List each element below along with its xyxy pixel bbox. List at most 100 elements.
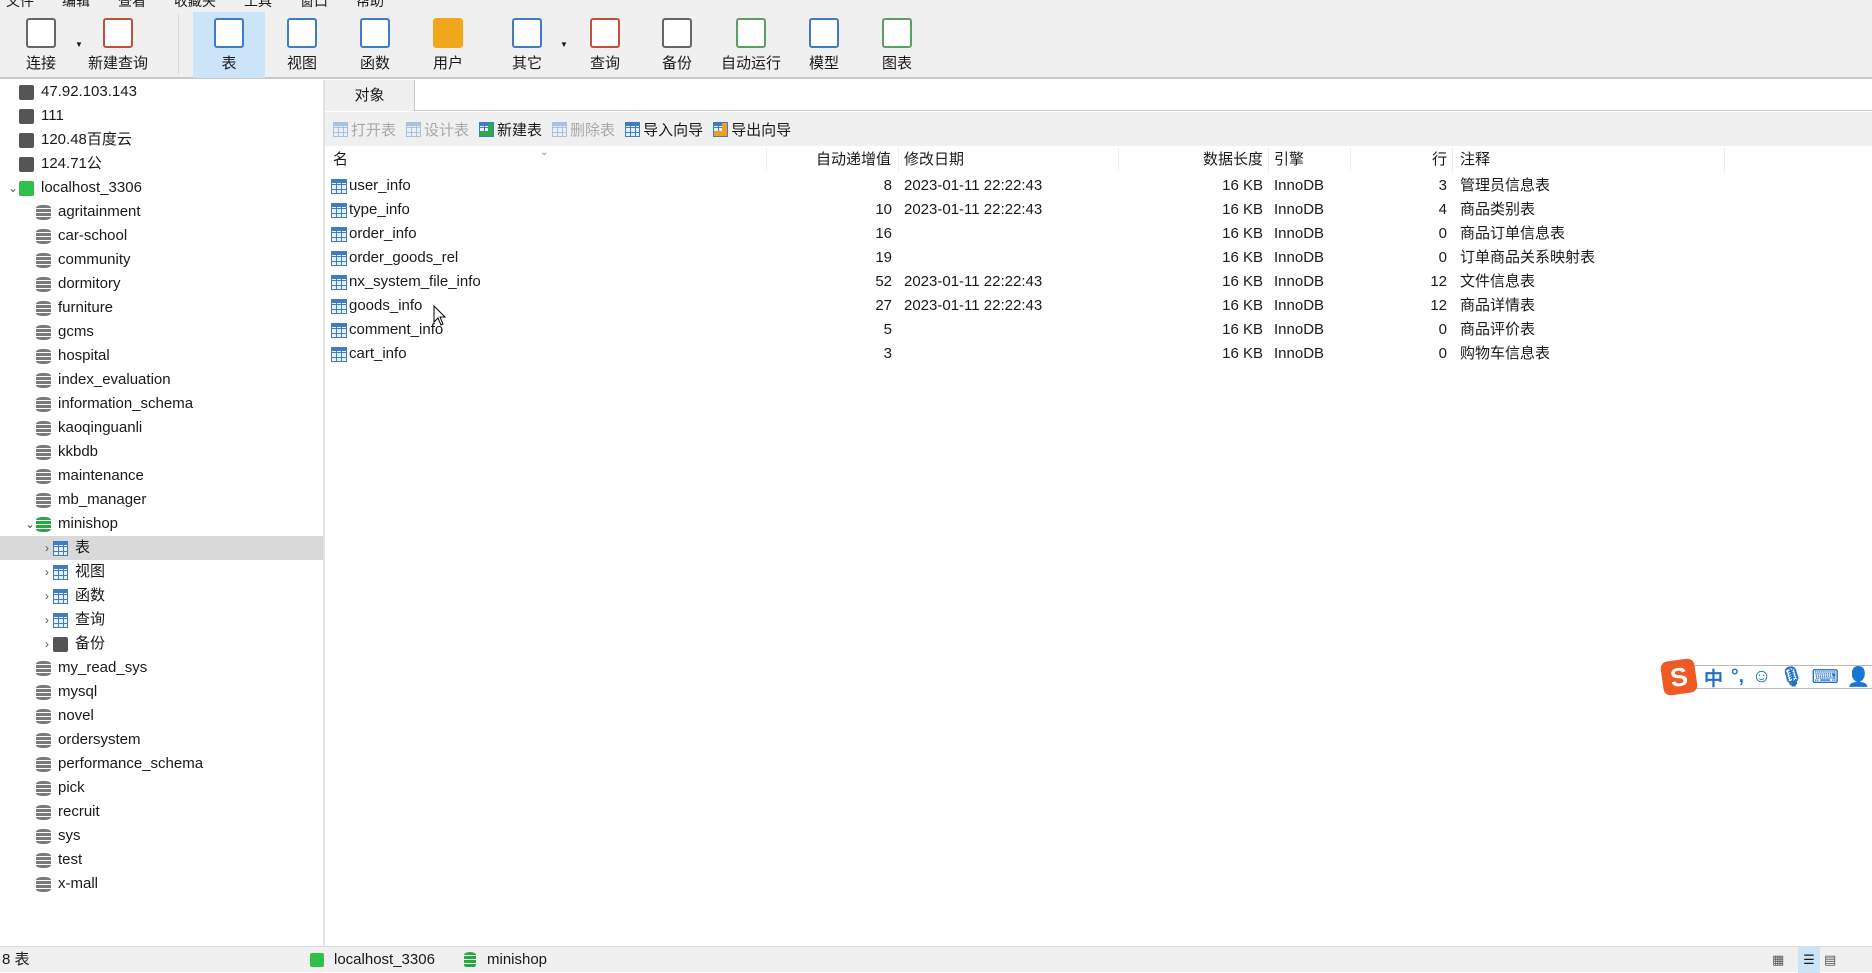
ime-punct-toggle[interactable]: °,	[1731, 666, 1744, 688]
table-row[interactable]: comment_info 5 16 KB InnoDB 0 商品评价表	[325, 318, 1872, 342]
tree-database-open[interactable]: ⌄ minishop	[0, 512, 323, 536]
menu-item[interactable]: 查看	[118, 0, 146, 9]
connect-dropdown-icon[interactable]: ▼	[75, 40, 83, 49]
tree-folder[interactable]: › 备份	[0, 632, 323, 656]
export-wizard-label: 导出向导	[731, 121, 792, 139]
export-wizard-button[interactable]: 导出向导	[713, 119, 791, 140]
tree-database[interactable]: index_evaluation	[0, 368, 323, 392]
delete-table-button[interactable]: 删除表	[552, 119, 615, 140]
emoji-icon[interactable]: ☺	[1752, 666, 1771, 688]
import-wizard-button[interactable]: 导入向导	[625, 119, 703, 140]
menu-item[interactable]: 文件	[6, 0, 34, 9]
open-table-button[interactable]: 打开表	[333, 119, 396, 140]
tree-folder[interactable]: › 视图	[0, 560, 323, 584]
tree-database[interactable]: gcms	[0, 320, 323, 344]
tree-database[interactable]: pick	[0, 776, 323, 800]
connection-tree[interactable]: 47.92.103.143 111 120.48百度云 124.71公 ⌄ localho…	[0, 80, 325, 946]
tree-database[interactable]: hospital	[0, 344, 323, 368]
tree-folder[interactable]: › 表	[0, 536, 323, 560]
tree-connection[interactable]: 120.48百度云	[0, 128, 323, 152]
toolbar-button-schedule[interactable]: 自动运行	[715, 12, 787, 78]
tree-database[interactable]: dormitory	[0, 272, 323, 296]
chevron-right-icon[interactable]: ›	[41, 632, 53, 656]
tree-folder[interactable]: › 查询	[0, 608, 323, 632]
new-table-button[interactable]: 新建表	[479, 119, 542, 140]
table-row[interactable]: order_goods_rel 19 16 KB InnoDB 0 订单商品关系映射表	[325, 246, 1872, 270]
column-header-comment[interactable]: 注释	[1460, 146, 1490, 174]
other-dropdown-icon[interactable]: ▼	[560, 40, 568, 49]
tree-database[interactable]: furniture	[0, 296, 323, 320]
tree-item-label: test	[58, 851, 83, 868]
design-table-button[interactable]: 设计表	[406, 119, 469, 140]
toolbar-button-user[interactable]: 用户	[412, 12, 484, 78]
tree-database[interactable]: car-school	[0, 224, 323, 248]
menu-item[interactable]: 收藏夹	[174, 0, 216, 9]
tree-database[interactable]: test	[0, 848, 323, 872]
tree-database[interactable]: maintenance	[0, 464, 323, 488]
tree-database[interactable]: recruit	[0, 800, 323, 824]
detail-view-icon[interactable]: ▤	[1824, 947, 1836, 973]
tree-connection[interactable]: 111	[0, 104, 323, 128]
tree-database[interactable]: performance_schema	[0, 752, 323, 776]
toolbar-button-plug[interactable]: 连接	[5, 12, 77, 78]
tree-database[interactable]: x-mall	[0, 872, 323, 896]
menu-item[interactable]: 帮助	[356, 0, 384, 9]
tree-database[interactable]: information_schema	[0, 392, 323, 416]
table-row[interactable]: type_info 10 2023-01-11 22:22:43 16 KB InnoD…	[325, 198, 1872, 222]
microphone-icon[interactable]: 🎙	[1779, 665, 1803, 689]
tree-item-label: mb_manager	[58, 491, 147, 508]
menu-item[interactable]: 编辑	[62, 0, 90, 9]
tree-database[interactable]: mysql	[0, 680, 323, 704]
keyboard-icon[interactable]: ⌨	[1811, 666, 1838, 689]
toolbar-button-tools[interactable]: 其它	[491, 12, 563, 78]
tree-database[interactable]: community	[0, 248, 323, 272]
chevron-right-icon[interactable]: ›	[41, 584, 53, 608]
object-count: 8 表	[2, 951, 30, 968]
tree-database[interactable]: kkbdb	[0, 440, 323, 464]
user-profile-icon[interactable]: 👤	[1847, 665, 1871, 689]
toolbar-button-function[interactable]: 函数	[339, 12, 411, 78]
table-row[interactable]: nx_system_file_info 52 2023-01-11 22:22:43…	[325, 270, 1872, 294]
toolbar-button-model[interactable]: 模型	[788, 12, 860, 78]
chevron-right-icon[interactable]: ›	[41, 608, 53, 632]
chevron-right-icon[interactable]: ›	[41, 536, 53, 560]
toolbar-button-new-query[interactable]: 新建查询	[82, 12, 154, 78]
tree-connection[interactable]: 124.71公	[0, 152, 323, 176]
table-row[interactable]: order_info 16 16 KB InnoDB 0 商品订单信息表	[325, 222, 1872, 246]
tree-database[interactable]: ordersystem	[0, 728, 323, 752]
tab-objects[interactable]: 对象	[325, 80, 415, 111]
tree-folder[interactable]: › 函数	[0, 584, 323, 608]
sogou-logo-icon[interactable]: S	[1659, 657, 1699, 697]
tree-database[interactable]: novel	[0, 704, 323, 728]
tree-database[interactable]: agritainment	[0, 200, 323, 224]
connection-icon	[310, 953, 324, 967]
toolbar-button-table[interactable]: 表	[193, 12, 265, 78]
column-divider[interactable]	[1452, 148, 1453, 172]
toolbar-button-view[interactable]: 视图	[266, 12, 338, 78]
chevron-down-icon[interactable]: ⌄	[7, 176, 19, 200]
tree-database[interactable]: my_read_sys	[0, 656, 323, 680]
list-view-icon[interactable]: ☰	[1798, 947, 1820, 973]
grid-view-icon[interactable]: ▦	[1772, 947, 1784, 973]
menu-item[interactable]: 窗口	[300, 0, 328, 9]
tree-database[interactable]: kaoqinguanli	[0, 416, 323, 440]
status-database: minishop	[487, 951, 548, 968]
tree-connection[interactable]: 47.92.103.143	[0, 80, 323, 104]
toolbar-button-chart[interactable]: 图表	[861, 12, 933, 78]
table-row[interactable]: user_info 8 2023-01-11 22:22:43 16 KB InnoDB…	[325, 174, 1872, 198]
toolbar-button-query[interactable]: 查询	[569, 12, 641, 78]
table-row[interactable]: goods_info 27 2023-01-11 22:22:43 16 KB Inno…	[325, 294, 1872, 318]
tree-connection-active[interactable]: ⌄ localhost_3306	[0, 176, 323, 200]
tree-database[interactable]: mb_manager	[0, 488, 323, 512]
chevron-down-icon[interactable]: ⌄	[24, 512, 36, 536]
menu-item[interactable]: 工具	[244, 0, 272, 9]
chevron-right-icon[interactable]: ›	[41, 560, 53, 584]
cell-rows: 12	[1430, 297, 1447, 314]
column-divider[interactable]	[1724, 148, 1725, 172]
ime-mode-toggle[interactable]: 中	[1704, 664, 1723, 691]
mouse-cursor-icon	[433, 305, 447, 326]
table-row[interactable]: cart_info 3 16 KB InnoDB 0 购物车信息表	[325, 342, 1872, 366]
column-header-rows[interactable]: 行	[325, 146, 1447, 174]
tree-database[interactable]: sys	[0, 824, 323, 848]
toolbar-button-backup[interactable]: 备份	[641, 12, 713, 78]
